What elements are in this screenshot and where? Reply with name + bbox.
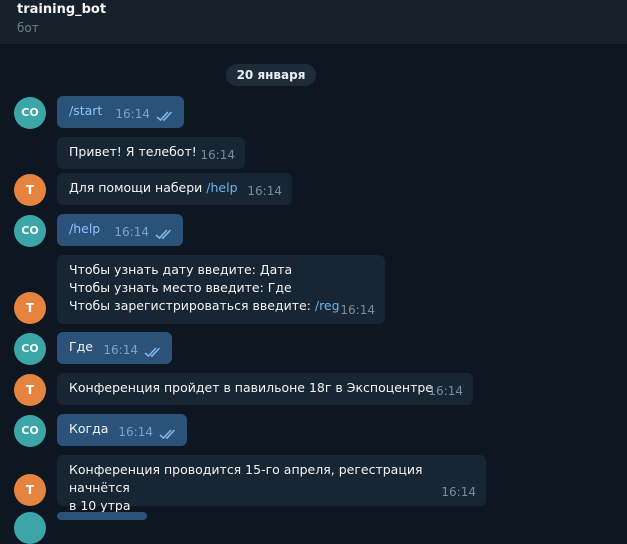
message-text[interactable]: /start	[69, 103, 102, 118]
message-time: 16:14	[118, 425, 153, 439]
date-separator: 20 января	[226, 64, 316, 86]
message-bubble-incoming[interactable]: Конференция пройдет в павильоне 18г в Эк…	[57, 373, 473, 405]
user-avatar-partial	[14, 512, 46, 544]
message-text[interactable]: Привет! Я телебот!	[69, 144, 197, 159]
message-bubble-incoming[interactable]: Для помощи набери /help 16:14	[57, 173, 292, 205]
message-text[interactable]: Когда	[69, 421, 108, 436]
message-text[interactable]: Конференция пройдет в павильоне 18г в Эк…	[69, 380, 433, 395]
message-time: 16:14	[200, 148, 235, 162]
message-bubble-outgoing[interactable]: /help 16:14	[57, 214, 183, 246]
double-check-icon	[144, 347, 161, 358]
message-line[interactable]: Чтобы узнать место введите: Где	[69, 279, 373, 297]
message-time: 16:14	[114, 225, 149, 239]
user-avatar[interactable]: CO	[14, 415, 46, 447]
message-bubble-incoming[interactable]: Привет! Я телебот! 16:14	[57, 137, 245, 169]
message-text[interactable]: Для помощи набери	[69, 180, 206, 195]
bot-avatar[interactable]: T	[14, 174, 46, 206]
user-avatar[interactable]: CO	[14, 97, 46, 129]
double-check-icon	[159, 429, 176, 440]
message-time: 16:14	[115, 107, 150, 121]
message-time: 16:14	[247, 184, 282, 198]
message-line[interactable]: Конференция проводится 15-го апреля, рег…	[69, 461, 474, 497]
bot-avatar[interactable]: T	[14, 474, 46, 506]
command-link-reg[interactable]: /reg	[315, 298, 340, 313]
bot-avatar[interactable]: T	[14, 374, 46, 406]
message-time: 16:14	[428, 384, 463, 398]
user-avatar[interactable]: CO	[14, 333, 46, 365]
user-avatar[interactable]: CO	[14, 215, 46, 247]
message-bubble-outgoing[interactable]: Когда 16:14	[57, 414, 187, 446]
chat-subtitle: бот	[17, 21, 39, 35]
double-check-icon	[156, 111, 173, 122]
message-text[interactable]: Где	[69, 339, 93, 354]
message-line[interactable]: Чтобы зарегистрироваться введите:	[69, 298, 315, 313]
message-time: 16:14	[441, 485, 476, 499]
message-bubble-outgoing[interactable]: Где 16:14	[57, 332, 172, 364]
message-bubble-incoming[interactable]: Чтобы узнать дату введите: Дата Чтобы уз…	[57, 255, 385, 324]
bot-avatar[interactable]: T	[14, 292, 46, 324]
command-link-help[interactable]: /help	[206, 180, 237, 195]
message-time: 16:14	[103, 343, 138, 357]
message-bubble-partial	[57, 512, 147, 520]
chat-header[interactable]: training_bot бот	[0, 0, 627, 45]
chat-title[interactable]: training_bot	[17, 2, 106, 17]
message-time: 16:14	[340, 303, 375, 317]
message-line[interactable]: Чтобы узнать дату введите: Дата	[69, 261, 373, 279]
double-check-icon	[155, 229, 172, 240]
message-bubble-outgoing[interactable]: /start 16:14	[57, 96, 184, 128]
message-text[interactable]: /help	[69, 221, 100, 236]
message-bubble-incoming[interactable]: Конференция проводится 15-го апреля, рег…	[57, 455, 486, 513]
